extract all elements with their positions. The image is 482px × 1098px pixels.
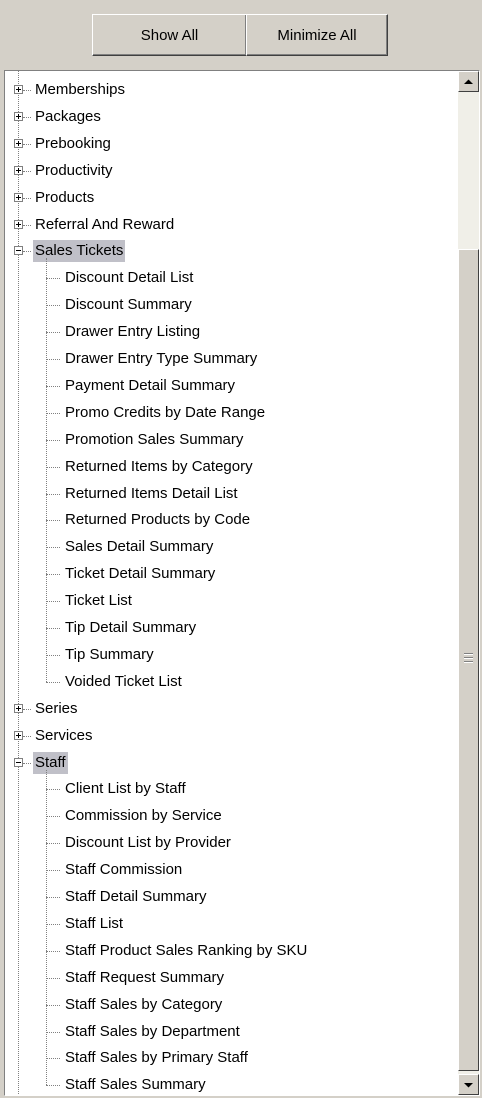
show-all-button[interactable]: Show All xyxy=(92,14,247,56)
scroll-down-button[interactable] xyxy=(458,1074,479,1095)
tree-leaf-label: Returned Items Detail List xyxy=(65,484,238,502)
plus-box-icon[interactable] xyxy=(14,85,23,94)
tree-leaf-item[interactable]: Returned Items by Category xyxy=(5,454,457,480)
plus-box-icon[interactable] xyxy=(14,703,23,713)
tree-leaf-label: Tip Detail Summary xyxy=(65,619,197,636)
tree-leaf-item[interactable]: Returned Products by Code xyxy=(5,507,457,533)
plus-box-icon[interactable] xyxy=(14,138,23,148)
tree-leaf-item[interactable]: Drawer Entry Type Summary xyxy=(5,346,457,372)
tree-leaf-label: Discount List by Provider xyxy=(65,834,231,852)
grip-icon xyxy=(464,653,473,663)
tree-leaf-item[interactable]: Staff Sales by Category xyxy=(5,992,457,1018)
tree-node-products[interactable]: Products xyxy=(5,185,457,211)
tree-leaf-label: Discount Summary xyxy=(65,296,192,314)
tree-leaf-item[interactable]: Discount Detail List xyxy=(5,265,457,291)
tree-leaf-label: Promotion Sales Summary xyxy=(65,430,244,448)
tree-leaf-label: Commission by Service xyxy=(65,807,222,825)
tree-leaf-label: Voided Ticket List xyxy=(65,672,182,690)
tree-leaf-label: Discount Detail List xyxy=(65,269,194,287)
tree-leaf-label: Ticket Detail Summary xyxy=(65,565,216,583)
tree-leaf-label: Staff Detail Summary xyxy=(65,888,207,905)
tree-node-label: Memberships xyxy=(35,81,126,98)
down-arrow-icon xyxy=(464,1082,473,1087)
up-arrow-icon xyxy=(464,79,473,84)
tree-node-label: Products xyxy=(35,188,95,206)
tree-leaf-item[interactable]: Payment Detail Summary xyxy=(5,373,457,399)
tree-leaf-label: Staff Commission xyxy=(65,861,183,879)
tree-leaf-item[interactable]: Staff List xyxy=(5,911,457,937)
tree-leaf-item[interactable]: Commission by Service xyxy=(5,803,457,829)
tree-leaf-label: Staff Sales by Category xyxy=(65,995,223,1013)
minus-box-icon[interactable] xyxy=(14,757,23,767)
tree-leaf-label: Drawer Entry Listing xyxy=(65,323,201,341)
tree-leaf-item[interactable]: Staff Detail Summary xyxy=(5,884,457,910)
tree-node-sales-tickets[interactable]: Sales Tickets xyxy=(5,238,457,264)
tree-node-memberships[interactable]: Memberships xyxy=(5,77,457,103)
tree-leaf-item[interactable]: Discount List by Provider xyxy=(5,830,457,856)
report-tree-panel: Memberships Packages Prebooking Productivit… xyxy=(4,70,480,1096)
tree-leaf-label: Payment Detail Summary xyxy=(65,376,236,394)
tree-leaf-label: Returned Products by Code xyxy=(65,511,251,529)
tree-leaf-label: Drawer Entry Type Summary xyxy=(65,350,258,367)
tree-node-label: Referral And Reward xyxy=(35,215,175,233)
tree-node-staff[interactable]: Staff xyxy=(5,750,457,776)
plus-box-icon[interactable] xyxy=(14,730,23,740)
tree-node-referral-and-reward[interactable]: Referral And Reward xyxy=(5,212,457,238)
tree-leaf-item[interactable]: Client List by Staff xyxy=(5,776,457,802)
plus-box-icon[interactable] xyxy=(14,219,23,229)
tree-node-productivity[interactable]: Productivity xyxy=(5,158,457,184)
tree-leaf-label: Staff Sales by Department xyxy=(65,1022,240,1040)
tree-node-label: Services xyxy=(35,726,93,744)
tree-leaf-item[interactable]: Staff Product Sales Ranking by SKU xyxy=(5,938,457,964)
minus-box-icon[interactable] xyxy=(14,246,23,256)
plus-box-icon[interactable] xyxy=(14,192,23,202)
tree-leaf-label: Staff Sales by Primary Staff xyxy=(65,1049,248,1067)
tree-leaf-item[interactable]: Tip Detail Summary xyxy=(5,615,457,641)
tree-leaf-label: Staff Product Sales Ranking by SKU xyxy=(65,941,308,959)
tree-leaf-label: Returned Items by Category xyxy=(65,457,253,475)
toolbar: Show All Minimize All xyxy=(0,0,482,70)
tree-leaf-item[interactable]: Tip Summary xyxy=(5,642,457,668)
tree-leaf-item[interactable]: Staff Sales by Primary Staff xyxy=(5,1045,457,1071)
tree-leaf-item[interactable]: Returned Items Detail List xyxy=(5,481,457,507)
tree-node-label: Staff xyxy=(33,751,68,774)
tree-leaf-item[interactable]: Drawer Entry Listing xyxy=(5,319,457,345)
tree-node-label: Packages xyxy=(35,107,101,125)
tree-leaf-item[interactable]: Staff Sales by Department xyxy=(5,1019,457,1045)
tree-leaf-label: Staff List xyxy=(65,914,124,932)
tree-leaf-item[interactable]: Discount Summary xyxy=(5,292,457,318)
report-tree: Memberships Packages Prebooking Productivit… xyxy=(5,71,457,1095)
tree-leaf-item[interactable]: Voided Ticket List xyxy=(5,669,457,695)
tree-node-label: Prebooking xyxy=(35,134,111,152)
tree-leaf-item[interactable]: Staff Request Summary xyxy=(5,965,457,991)
tree-leaf-item[interactable]: Ticket List xyxy=(5,588,457,614)
tree-leaf-item[interactable]: Promo Credits by Date Range xyxy=(5,400,457,426)
tree-leaf-item[interactable]: Sales Detail Summary xyxy=(5,534,457,560)
tree-leaf-label: Staff Request Summary xyxy=(65,968,224,986)
scroll-thumb[interactable] xyxy=(458,249,479,1071)
tree-node-label: Series xyxy=(35,699,78,717)
tree-leaf-label: Client List by Staff xyxy=(65,780,186,798)
plus-box-icon[interactable] xyxy=(14,111,23,121)
vertical-scrollbar[interactable] xyxy=(458,71,479,1095)
plus-box-icon[interactable] xyxy=(14,165,23,175)
tree-node-services[interactable]: Services xyxy=(5,723,457,749)
tree-node-series[interactable]: Series xyxy=(5,696,457,722)
tree-leaf-item[interactable]: Staff Commission xyxy=(5,857,457,883)
tree-leaf-item[interactable]: Ticket Detail Summary xyxy=(5,561,457,587)
minimize-all-button[interactable]: Minimize All xyxy=(246,14,388,56)
scroll-up-button[interactable] xyxy=(458,71,479,92)
tree-leaf-item[interactable]: Promotion Sales Summary xyxy=(5,427,457,453)
tree-node-label: Productivity xyxy=(35,161,113,179)
tree-leaf-item[interactable]: Staff Sales Summary xyxy=(5,1072,457,1095)
tree-leaf-label: Sales Detail Summary xyxy=(65,538,214,556)
tree-leaf-label: Promo Credits by Date Range xyxy=(65,403,266,421)
tree-node-prebooking[interactable]: Prebooking xyxy=(5,131,457,157)
tree-leaf-label: Staff Sales Summary xyxy=(65,1076,206,1094)
tree-leaf-label: Ticket List xyxy=(65,592,132,610)
tree-node-packages[interactable]: Packages xyxy=(5,104,457,130)
tree-leaf-label: Tip Summary xyxy=(65,645,154,663)
